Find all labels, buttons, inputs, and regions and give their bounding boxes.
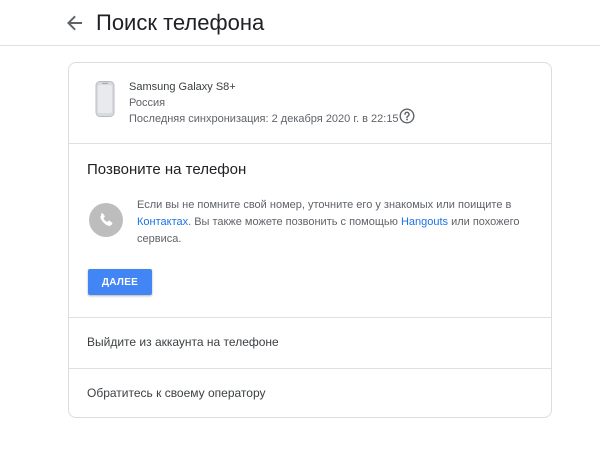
device-name: Samsung Galaxy S8+ xyxy=(129,81,236,93)
next-button[interactable]: ДАЛЕЕ xyxy=(88,269,152,295)
sign-out-row[interactable]: Выйдите из аккаунта на телефоне xyxy=(69,318,551,368)
arrow-left-icon xyxy=(67,15,82,31)
find-phone-card: Samsung Galaxy S8+ Россия Последняя синх… xyxy=(68,62,552,418)
page-header: Поиск телефона xyxy=(0,0,600,46)
sign-out-label: Выйдите из аккаунта на телефоне xyxy=(87,335,279,349)
phone-icon xyxy=(89,203,123,237)
divider xyxy=(69,143,551,144)
help-circle-icon[interactable] xyxy=(399,108,415,124)
contacts-link[interactable]: Контактах xyxy=(137,216,188,228)
description-text: . Вы также можете позвонить с помощью xyxy=(188,216,401,228)
hangouts-link[interactable]: Hangouts xyxy=(401,216,448,228)
phone-device-image xyxy=(95,81,115,117)
description-text: Если вы не помните свой номер, уточните … xyxy=(137,199,512,211)
device-country: Россия xyxy=(129,97,166,109)
contact-operator-row[interactable]: Обратитесь к своему оператору xyxy=(69,369,551,419)
last-sync-text: Последняя синхронизация: 2 декабря 2020 … xyxy=(129,113,399,125)
call-description: Если вы не помните свой номер, уточните … xyxy=(137,197,527,248)
call-section-title: Позвоните на телефон xyxy=(87,161,247,178)
device-info: Samsung Galaxy S8+ Россия Последняя синх… xyxy=(69,63,551,143)
back-button[interactable] xyxy=(64,12,86,34)
page-title: Поиск телефона xyxy=(96,10,265,35)
contact-operator-label: Обратитесь к своему оператору xyxy=(87,386,266,400)
